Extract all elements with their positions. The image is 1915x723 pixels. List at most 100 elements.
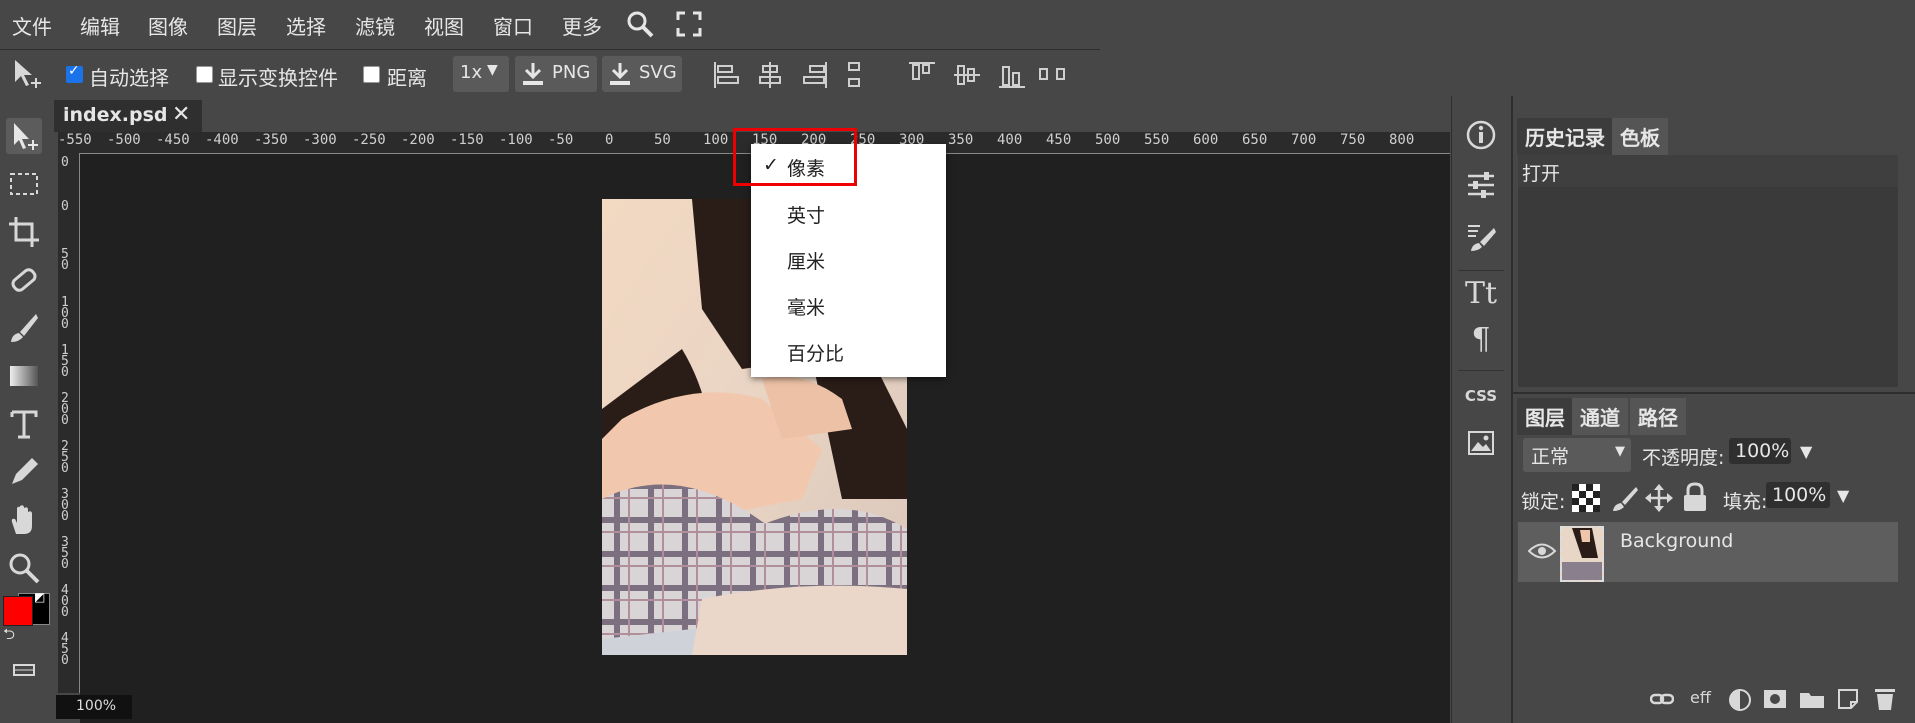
ruler-tick: -150: [450, 132, 484, 148]
tab-layers[interactable]: 图层: [1517, 398, 1573, 435]
export-png-button[interactable]: PNG: [515, 56, 597, 92]
ruler-tick: 4 5 0: [61, 631, 69, 668]
tab-swatches[interactable]: 色板: [1612, 118, 1668, 155]
default-colors-icon[interactable]: ◩: [34, 590, 45, 604]
menu-select[interactable]: 选择: [286, 11, 326, 40]
tab-history[interactable]: 历史记录: [1517, 118, 1613, 155]
scale-value: 1x: [460, 62, 483, 83]
blend-mode-select[interactable]: 正常 ▼: [1523, 438, 1631, 472]
gradient-tool-icon[interactable]: [6, 358, 42, 394]
export-svg-button[interactable]: SVG: [602, 56, 682, 92]
paragraph-icon[interactable]: ¶: [1452, 322, 1510, 357]
distance-checkbox[interactable]: [363, 66, 380, 83]
brush-tool-icon[interactable]: [6, 310, 42, 346]
foreground-color-swatch[interactable]: [3, 596, 33, 626]
close-tab-icon[interactable]: ✕: [172, 102, 190, 127]
menu-filter[interactable]: 滤镜: [355, 11, 395, 40]
new-group-icon[interactable]: [1799, 689, 1825, 709]
lock-paint-icon[interactable]: [1610, 484, 1638, 512]
text-tool-icon[interactable]: [6, 406, 42, 442]
panel-divider: [1511, 392, 1915, 394]
character-icon[interactable]: Tt: [1452, 276, 1510, 311]
chevron-down-icon: ▼: [1615, 444, 1625, 459]
ruler-tick: 5 0: [61, 247, 69, 273]
ruler-tick: -200: [401, 132, 435, 148]
adjustment-layer-icon[interactable]: [1728, 688, 1752, 712]
menu-more[interactable]: 更多: [562, 11, 602, 40]
units-percent[interactable]: 百分比: [787, 339, 844, 366]
opacity-input[interactable]: 100%: [1729, 438, 1791, 464]
ruler-tick: -500: [107, 132, 141, 148]
align-left-icon: [714, 62, 739, 88]
image-icon[interactable]: [1468, 431, 1494, 455]
ruler-tick: 3 5 0: [61, 535, 69, 572]
fill-label: 填充:: [1723, 491, 1768, 513]
delete-layer-icon[interactable]: [1873, 686, 1897, 712]
menu-layer[interactable]: 图层: [217, 11, 257, 40]
align-middle-icon: [954, 65, 980, 85]
document-tab[interactable]: index.psd ✕: [54, 100, 202, 132]
info-icon[interactable]: [1466, 120, 1496, 150]
zoom-tool-icon[interactable]: [6, 550, 42, 586]
ruler-tick: 750: [1340, 132, 1366, 148]
menu-view[interactable]: 视图: [424, 11, 464, 40]
ruler-tick: 600: [1193, 132, 1219, 148]
opacity-dropdown-icon[interactable]: ▼: [1800, 442, 1812, 461]
ruler-tick: 500: [1095, 132, 1121, 148]
menu-image[interactable]: 图像: [148, 11, 188, 40]
hand-tool-icon[interactable]: [6, 502, 42, 538]
align-right-icon: [803, 62, 827, 88]
menu-window[interactable]: 窗口: [493, 11, 533, 40]
fill-dropdown-icon[interactable]: ▼: [1837, 486, 1849, 505]
marquee-tool-icon[interactable]: [6, 166, 42, 202]
link-layers-icon[interactable]: [1650, 689, 1674, 709]
brush-settings-icon[interactable]: [1466, 222, 1496, 252]
strip-divider: [1458, 270, 1504, 271]
lock-transparency-icon[interactable]: [1572, 484, 1600, 512]
menu-bar: 文件 编辑 图像 图层 选择 滤镜 视图 窗口 更多: [0, 0, 1915, 47]
align-center-icon: [759, 62, 781, 88]
adjustments-icon[interactable]: [1466, 170, 1496, 200]
auto-select-checkbox[interactable]: [66, 63, 83, 83]
quick-mask-icon[interactable]: [6, 652, 42, 688]
distribute-horizontal-icon: [1039, 68, 1065, 80]
fill-input[interactable]: 100%: [1766, 482, 1830, 508]
units-millimeters[interactable]: 毫米: [787, 293, 825, 320]
menu-edit[interactable]: 编辑: [80, 11, 120, 40]
tab-channels[interactable]: 通道: [1572, 398, 1628, 435]
zoom-value: 100%: [76, 698, 117, 714]
history-list: 打开: [1518, 155, 1898, 387]
layer-row[interactable]: Background: [1518, 522, 1898, 582]
tab-paths[interactable]: 路径: [1630, 398, 1686, 435]
blend-mode-value: 正常: [1531, 446, 1570, 468]
eye-icon[interactable]: [1528, 542, 1556, 560]
ruler-tick: 0: [605, 132, 614, 148]
menu-file[interactable]: 文件: [12, 11, 52, 40]
units-centimeters[interactable]: 厘米: [787, 247, 825, 274]
ruler-tick: 0: [61, 199, 69, 214]
fullscreen-icon[interactable]: [676, 11, 702, 37]
swap-colors-icon[interactable]: ⮌: [3, 624, 15, 649]
options-divider: [0, 49, 1100, 50]
move-tool-icon[interactable]: [6, 118, 42, 154]
zoom-status[interactable]: 100%: [56, 695, 132, 719]
layer-mask-icon[interactable]: [1763, 689, 1787, 709]
svg-label: SVG: [639, 62, 677, 83]
lock-move-icon[interactable]: [1645, 484, 1673, 512]
new-layer-icon[interactable]: [1836, 687, 1860, 711]
layer-effects-icon[interactable]: eff: [1690, 688, 1711, 707]
align-bottom-icon: [999, 66, 1025, 88]
lock-all-icon[interactable]: [1682, 482, 1708, 512]
history-item[interactable]: 打开: [1518, 155, 1898, 187]
scale-select[interactable]: 1x ▼: [453, 56, 509, 92]
strip-divider: [1458, 370, 1504, 371]
show-transform-checkbox[interactable]: [196, 66, 213, 83]
css-icon[interactable]: CSS: [1452, 387, 1510, 405]
pen-tool-icon[interactable]: [6, 454, 42, 490]
download-icon: [523, 63, 543, 85]
search-icon[interactable]: [625, 9, 655, 39]
units-inches[interactable]: 英寸: [787, 201, 825, 228]
crop-tool-icon[interactable]: [6, 214, 42, 250]
healing-brush-icon[interactable]: [6, 262, 42, 298]
ruler-tick: 700: [1291, 132, 1317, 148]
